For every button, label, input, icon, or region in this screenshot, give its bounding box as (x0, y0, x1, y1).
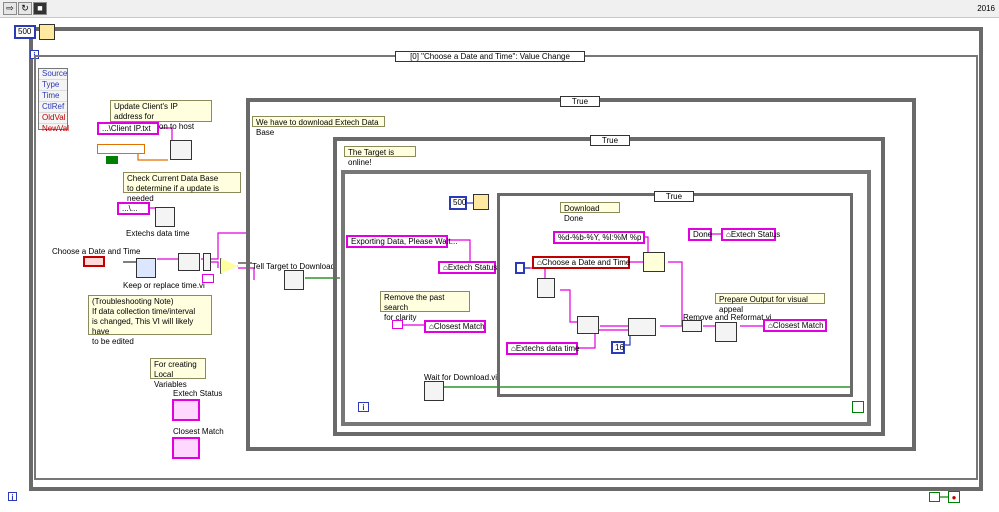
stop-bool-constant (929, 492, 940, 502)
event-data-source: Source (39, 69, 67, 80)
stop-terminal-icon: ● (948, 491, 960, 503)
note-target-online: The Target is online! (344, 146, 416, 167)
bool-constant-icon (106, 156, 118, 164)
choose-date-time-var[interactable]: ⌂Choose a Date and Time (532, 256, 630, 269)
event-data-time: Time (39, 91, 67, 102)
read-db-icon (155, 207, 175, 227)
extech-status-local-var[interactable] (172, 399, 200, 421)
event-data-newval: NewVal (42, 124, 69, 133)
inner-iteration-icon: i (358, 402, 369, 412)
build-array-icon (628, 318, 656, 336)
wait-download-icon[interactable] (424, 381, 444, 401)
keep-replace-time-icon[interactable] (136, 258, 156, 278)
closest-match-local-var[interactable] (172, 437, 200, 459)
event-case-selector[interactable]: [0] "Choose a Date and Time": Value Chan… (395, 51, 585, 62)
inner-wait-timer-icon (473, 194, 489, 210)
event-data-oldval: OldVal (39, 113, 67, 124)
outer-iteration-icon: i (8, 492, 17, 502)
unbundle-icon (203, 253, 211, 271)
client-ip-path-constant[interactable]: ...\Client IP.txt (97, 122, 159, 135)
note-check-db: Check Current Data Base to determine if … (123, 172, 241, 203)
tell-target-icon[interactable] (284, 270, 304, 290)
event-data-ctlref: CtlRef (39, 102, 67, 113)
outer-case-selector[interactable]: True (560, 96, 600, 107)
closest-match-local-label: Closest Match (173, 427, 224, 436)
empty-string-constant (392, 320, 403, 329)
date-format-constant[interactable]: %d-%b-%Y, %I:%M %p (553, 231, 645, 244)
exporting-constant[interactable]: Exporting Data, Please Wait... (346, 235, 457, 248)
remove-reformat-icon[interactable] (715, 322, 737, 342)
extech-path-constant[interactable]: ...\... (117, 202, 150, 215)
choose-date-time-control[interactable] (83, 256, 105, 267)
note-download-done: Download Done (560, 202, 620, 223)
extechs-data-time-var[interactable]: ⌂Extechs data time (506, 342, 579, 355)
sixteen-constant[interactable]: 16 (611, 341, 625, 354)
write-ip-icon (170, 140, 192, 160)
event-data-type: Type (39, 80, 67, 91)
inner-wait-constant[interactable]: 500 (449, 196, 467, 210)
extech-status-var-2[interactable]: ⌂Extech Status (721, 228, 780, 241)
loop-stop-icon (852, 401, 864, 413)
choose-date-time-label: Choose a Date and Time (52, 247, 141, 256)
note-remove-past: Remove the past search for clarity (380, 291, 470, 322)
note-prepare-output: Prepare Output for visual appeal (715, 293, 825, 314)
done-constant[interactable]: Done (688, 228, 712, 241)
inner-case-selector[interactable]: True (654, 191, 694, 202)
closest-match-var-2[interactable]: ⌂Closest Match (763, 319, 827, 332)
numeric-input-node (515, 262, 525, 274)
closest-match-var-1[interactable]: ⌂Closest Match (424, 320, 486, 333)
event-data-node: Source Type Time CtlRef OldVal NewVal (38, 68, 69, 133)
extech-status-local-label: Extech Status (173, 389, 223, 398)
note-update-ip: Update Client's IP address for communica… (110, 100, 212, 131)
pink-constant-small (202, 274, 214, 283)
middle-case-selector[interactable]: True (590, 135, 630, 146)
read-file-icon (537, 278, 555, 298)
note-download-extech: We have to download Extech Data Base (252, 116, 385, 137)
array-index-icon (178, 253, 200, 271)
keep-replace-label: Keep or replace time.vi (123, 281, 205, 290)
extechs-data-time-label: Extechs data time (126, 229, 190, 238)
search-array-icon (577, 316, 599, 334)
format-time-icon (643, 252, 665, 272)
wait-timer-icon (39, 24, 55, 40)
string-builder-node (97, 144, 145, 154)
note-troubleshooting: (Troubleshooting Note) If data collectio… (88, 295, 212, 346)
wait-ms-constant[interactable]: 500 (14, 25, 36, 39)
concat-node-icon (682, 320, 702, 332)
extech-status-var-1[interactable]: ⌂Extech Status (438, 261, 497, 274)
note-local-vars: For creating Local Variables (150, 358, 206, 389)
